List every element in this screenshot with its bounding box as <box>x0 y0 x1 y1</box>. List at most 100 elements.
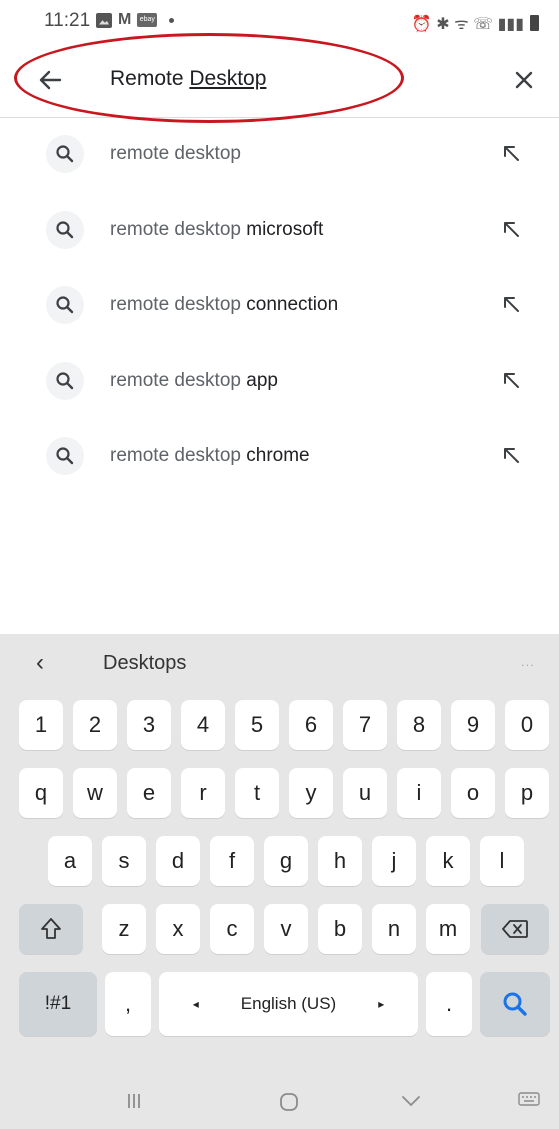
suggestion-text: remote desktop app <box>110 370 278 392</box>
backspace-icon <box>502 920 528 938</box>
suggestion-item[interactable]: remote desktop microsoft <box>0 192 559 268</box>
gmail-icon: M <box>118 11 132 28</box>
key-z[interactable]: z <box>102 904 146 954</box>
system-nav-bar <box>0 1076 559 1129</box>
suggestion-text: remote desktop connection <box>110 294 338 316</box>
home-icon[interactable] <box>278 1091 300 1113</box>
search-icon <box>46 437 84 475</box>
suggestion-suffix: microsoft <box>246 218 324 240</box>
key-d[interactable]: d <box>156 836 200 886</box>
key-1[interactable]: 1 <box>19 700 63 750</box>
keyboard-toolbar: ‹ Desktops ... <box>0 634 559 692</box>
key-2[interactable]: 2 <box>73 700 117 750</box>
hide-keyboard-icon[interactable] <box>400 1091 422 1111</box>
notification-icons: M ebay <box>96 11 175 28</box>
key-v[interactable]: v <box>264 904 308 954</box>
key-y[interactable]: y <box>289 768 333 818</box>
fill-query-arrow-icon[interactable] <box>500 218 522 240</box>
key-3[interactable]: 3 <box>127 700 171 750</box>
search-bar: Remote Desktop <box>0 48 559 118</box>
key-b[interactable]: b <box>318 904 362 954</box>
fill-query-arrow-icon[interactable] <box>500 369 522 391</box>
suggestion-prefix: remote desktop <box>110 369 247 391</box>
space-language-label: English (US) <box>240 994 337 1013</box>
search-input[interactable]: Remote Desktop <box>110 67 266 91</box>
key-k[interactable]: k <box>426 836 470 886</box>
key-w[interactable]: w <box>73 768 117 818</box>
keyboard-switch-icon[interactable] <box>518 1091 540 1107</box>
word-prediction[interactable]: Desktops <box>103 652 186 675</box>
comma-key[interactable]: , <box>105 972 151 1036</box>
status-bar: 11:21 M ebay ⏰ ✱ ᯤ ☏ ▮▮▮ <box>0 0 559 48</box>
period-key[interactable]: . <box>426 972 472 1036</box>
key-j[interactable]: j <box>372 836 416 886</box>
search-icon <box>46 286 84 324</box>
space-right-arrow: ▸ <box>378 997 385 1011</box>
key-i[interactable]: i <box>397 768 441 818</box>
back-button[interactable] <box>34 64 66 96</box>
key-o[interactable]: o <box>451 768 495 818</box>
key-t[interactable]: t <box>235 768 279 818</box>
suggestion-list: remote desktop remote desktop microsoft … <box>0 116 559 494</box>
suggestion-text: remote desktop microsoft <box>110 219 323 241</box>
back-arrow-icon <box>39 70 62 90</box>
shift-key[interactable] <box>19 904 83 954</box>
key-9[interactable]: 9 <box>451 700 495 750</box>
key-6[interactable]: 6 <box>289 700 333 750</box>
key-m[interactable]: m <box>426 904 470 954</box>
keyboard: ‹ Desktops ... 1 2 3 4 5 6 7 8 9 0 q w e… <box>0 634 559 1129</box>
key-l[interactable]: l <box>480 836 524 886</box>
space-left-arrow: ◂ <box>192 997 199 1011</box>
clear-button[interactable] <box>508 64 540 96</box>
key-s[interactable]: s <box>102 836 146 886</box>
search-key[interactable] <box>480 972 550 1036</box>
suggestion-text: remote desktop <box>110 143 241 165</box>
key-h[interactable]: h <box>318 836 362 886</box>
key-a[interactable]: a <box>48 836 92 886</box>
suggestion-item[interactable]: remote desktop app <box>0 343 559 419</box>
space-key[interactable]: ◂ English (US) ▸ <box>159 972 418 1036</box>
key-r[interactable]: r <box>181 768 225 818</box>
gallery-icon <box>96 12 112 28</box>
key-e[interactable]: e <box>127 768 171 818</box>
ebay-icon: ebay <box>137 13 158 27</box>
suggestion-item[interactable]: remote desktop <box>0 116 559 192</box>
more-options-button[interactable]: ... <box>521 654 535 669</box>
suggestion-item[interactable]: remote desktop connection <box>0 267 559 343</box>
suggestion-suffix: app <box>246 369 278 391</box>
keyboard-toolbar-back-button[interactable]: ‹ <box>36 649 44 677</box>
shift-icon <box>41 918 61 939</box>
suggestion-suffix: connection <box>246 294 339 315</box>
search-query-part1: Remote <box>110 67 190 90</box>
fill-query-arrow-icon[interactable] <box>500 444 522 466</box>
key-0[interactable]: 0 <box>505 700 549 750</box>
more-notifications-icon <box>169 17 175 23</box>
close-icon <box>515 71 533 89</box>
key-x[interactable]: x <box>156 904 200 954</box>
key-5[interactable]: 5 <box>235 700 279 750</box>
recent-apps-icon[interactable] <box>124 1091 144 1111</box>
key-c[interactable]: c <box>210 904 254 954</box>
status-time: 11:21 <box>44 10 91 31</box>
backspace-key[interactable] <box>481 904 549 954</box>
search-icon <box>46 210 84 249</box>
key-4[interactable]: 4 <box>181 700 225 750</box>
key-7[interactable]: 7 <box>343 700 387 750</box>
key-q[interactable]: q <box>19 768 63 818</box>
suggestion-item[interactable]: remote desktop chrome <box>0 418 559 494</box>
search-query-part2: Desktop <box>189 67 267 90</box>
key-u[interactable]: u <box>343 768 387 818</box>
key-n[interactable]: n <box>372 904 416 954</box>
key-g[interactable]: g <box>264 836 308 886</box>
fill-query-arrow-icon[interactable] <box>500 293 522 315</box>
system-icons: ⏰ ✱ ᯤ ☏ ▮▮▮ <box>412 12 539 34</box>
suggestion-text: remote desktop chrome <box>110 445 310 467</box>
suggestion-prefix: remote desktop <box>110 218 247 240</box>
search-icon <box>46 135 84 173</box>
search-icon <box>46 361 84 400</box>
key-f[interactable]: f <box>210 836 254 886</box>
symbols-key[interactable]: !#1 <box>19 972 97 1036</box>
fill-query-arrow-icon[interactable] <box>500 142 522 164</box>
key-p[interactable]: p <box>505 768 549 818</box>
key-8[interactable]: 8 <box>397 700 441 750</box>
